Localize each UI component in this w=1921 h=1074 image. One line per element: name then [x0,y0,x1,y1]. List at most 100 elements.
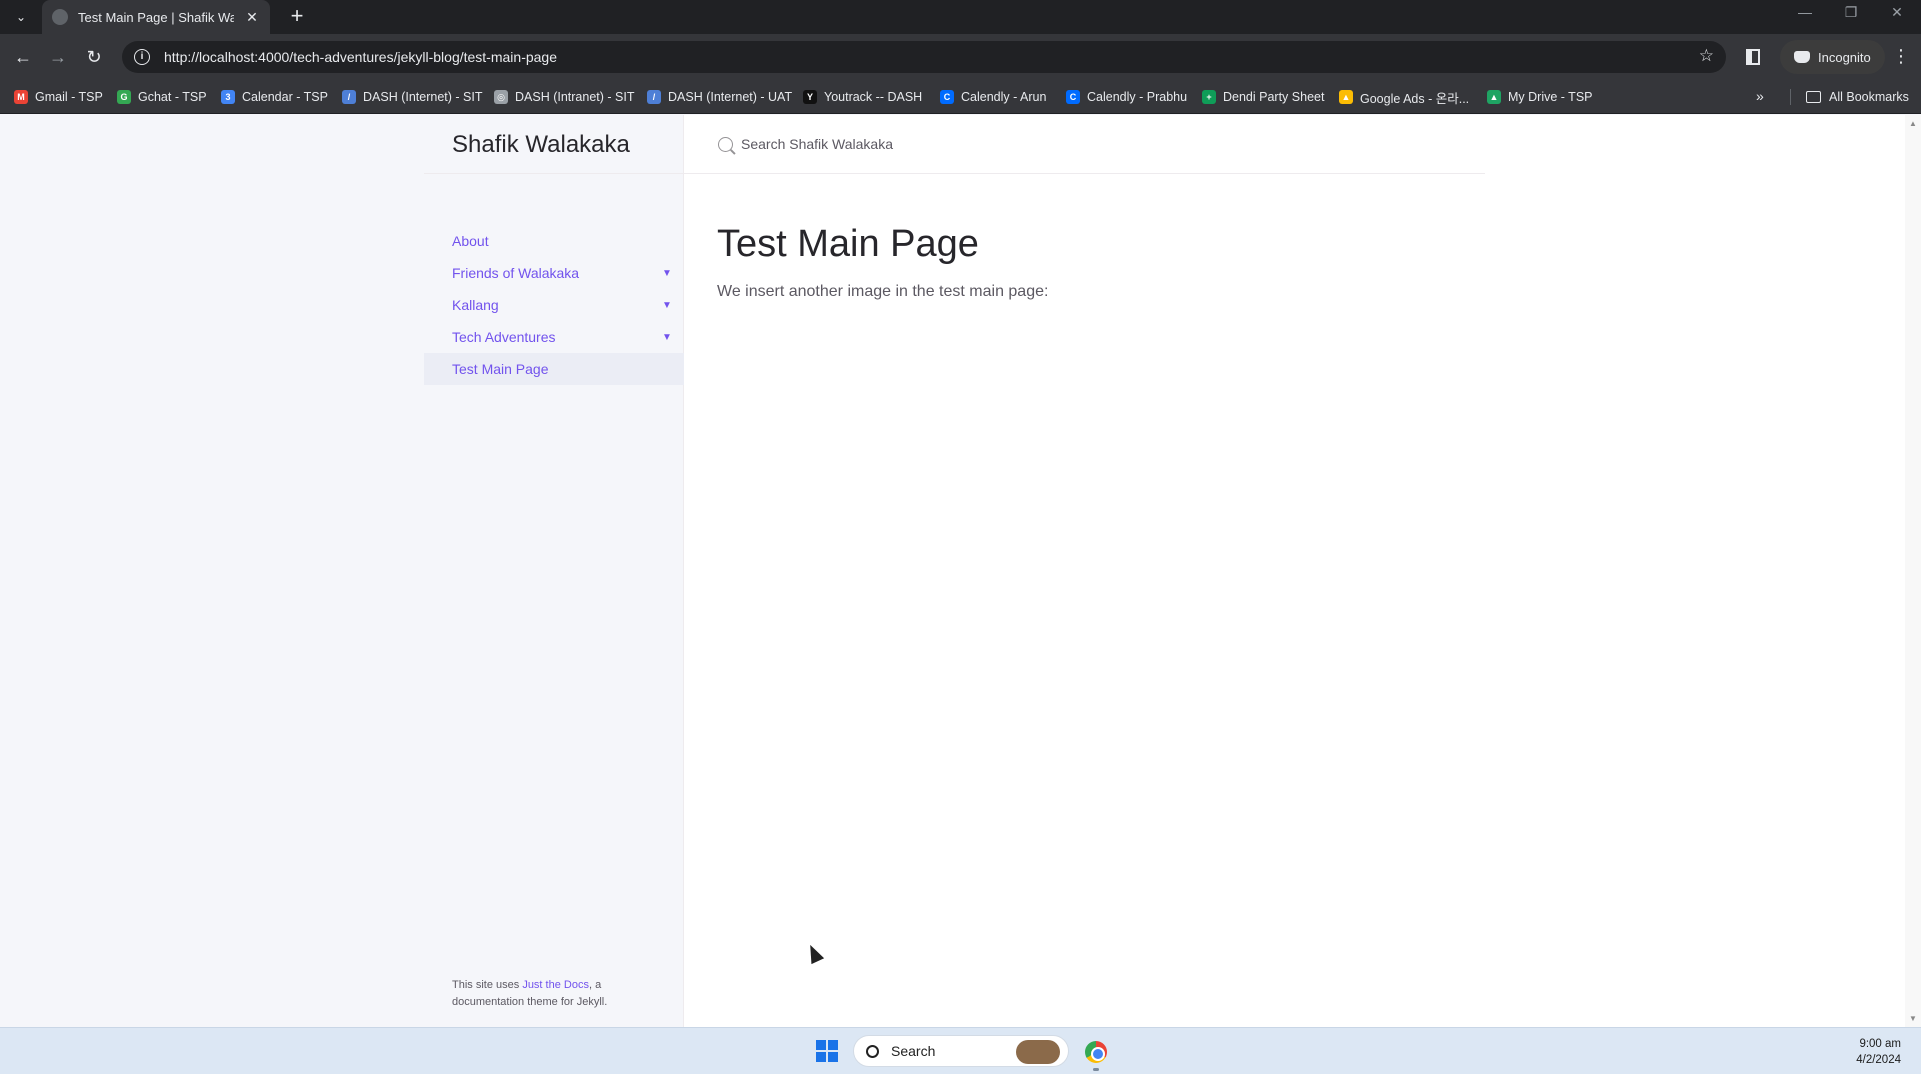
bookmark-gmail-tsp[interactable]: M Gmail - TSP [14,80,103,114]
calendly-icon: C [1066,90,1080,104]
scroll-up-icon[interactable]: ▲ [1909,119,1917,128]
running-app-indicator [1093,1068,1099,1071]
dash-icon: / [647,90,661,104]
tab-title: Test Main Page | Shafik Walakaka [78,9,234,25]
nav-item-test-main-page[interactable]: Test Main Page [424,353,684,385]
just-the-docs-link[interactable]: Just the Docs [522,979,589,991]
bookmark-label: Gchat - TSP [138,90,207,104]
restore-icon[interactable]: ❐ [1833,4,1869,21]
active-tab[interactable]: Test Main Page | Shafik Walakaka ✕ [42,0,270,34]
page-scrollbar[interactable]: ▲ ▼ [1905,115,1921,1027]
clock-time: 9:00 am [1859,1038,1901,1050]
google-ads-icon: ▲ [1339,90,1353,104]
page-viewport: Shafik Walakaka About Friends of Walakak… [1,115,1905,1027]
new-tab-button[interactable]: + [284,4,310,30]
page-title: Test Main Page [717,223,979,265]
bookmark-youtrack-dash[interactable]: Y Youtrack -- DASH [803,80,922,114]
sidebar-footer: This site uses Just the Docs, a document… [452,977,652,1011]
bookmark-label: DASH (Internet) - UAT [668,90,793,104]
bookmark-label: Dendi Party Sheet [1223,90,1325,104]
page-body-text: We insert another image in the test main… [717,283,1049,300]
bookmark-dendi-party-sheet[interactable]: + Dendi Party Sheet [1202,80,1324,114]
sheets-icon: + [1202,90,1216,104]
bookmark-label: DASH (Internet) - SIT [363,90,483,104]
bookmark-google-ads[interactable]: ▲ Google Ads - 온라... [1339,80,1469,114]
back-icon[interactable]: ← [9,43,37,71]
bookmark-label: Google Ads - 온라... [1360,91,1470,106]
incognito-label: Incognito [1818,49,1871,65]
site-nav: About Friends of Walakaka ▼ Kallang ▼ Te… [424,225,684,385]
search-icon [718,136,733,152]
all-bookmarks-label: All Bookmarks [1829,90,1909,104]
taskbar-search[interactable]: Search [853,1035,1069,1067]
bookmark-label: Calendar - TSP [242,90,328,104]
windows-start-icon[interactable] [816,1040,838,1062]
site-title[interactable]: Shafik Walakaka [452,131,630,159]
bookmark-label: Calendly - Arun [961,90,1047,104]
address-bar[interactable]: i http://localhost:4000/tech-adventures/… [122,41,1726,73]
nav-item-label[interactable]: Kallang [452,297,499,313]
bookmarks-divider [1790,89,1791,105]
browser-toolbar: ← → ↻ i http://localhost:4000/tech-adven… [0,34,1921,80]
gchat-icon: G [117,90,131,104]
chrome-icon[interactable] [1085,1041,1107,1063]
bookmark-calendly-prabhu[interactable]: C Calendly - Prabhu [1066,80,1187,114]
chevron-down-icon[interactable]: ▼ [660,266,674,280]
footer-prefix: This site uses [452,979,523,991]
nav-item-label[interactable]: Tech Adventures [452,329,556,345]
nav-item-about[interactable]: About [424,225,684,257]
mouse-cursor-icon [803,941,825,965]
browser-menu-icon[interactable]: ⋮ [1892,45,1910,67]
search-input[interactable] [741,136,1341,152]
calendar-icon: 3 [221,90,235,104]
bookmark-label: Youtrack -- DASH [824,90,923,104]
bookmark-star-icon[interactable]: ☆ [1699,46,1714,66]
gmail-icon: M [14,90,28,104]
drive-icon: ▲ [1487,90,1501,104]
close-window-icon[interactable]: ✕ [1879,4,1915,21]
bookmark-label: My Drive - TSP [1508,90,1593,104]
nav-item-friends-of-walakaka[interactable]: Friends of Walakaka ▼ [424,257,684,289]
system-clock[interactable]: 9:00 am 4/2/2024 [1856,1036,1901,1068]
nav-item-label[interactable]: About [452,233,489,249]
incognito-badge[interactable]: Incognito [1780,40,1885,74]
bookmarks-bar: M Gmail - TSP G Gchat - TSP 3 Calendar - TS… [0,80,1921,114]
scroll-down-icon[interactable]: ▼ [1909,1014,1917,1023]
nav-item-label[interactable]: Friends of Walakaka [452,265,579,281]
search-icon [866,1044,879,1058]
forward-icon[interactable]: → [44,43,72,71]
youtrack-icon: Y [803,90,817,104]
globe-icon: ◎ [494,90,508,104]
browser-tabstrip: ⌄ Test Main Page | Shafik Walakaka ✕ + —… [0,0,1921,34]
bookmark-label: DASH (Intranet) - SIT [515,90,635,104]
more-bookmarks-icon[interactable]: » [1756,88,1764,104]
close-tab-icon[interactable]: ✕ [244,9,260,26]
clock-date: 4/2/2024 [1856,1054,1901,1066]
taskbar-search-label: Search [891,1043,936,1059]
nav-item-label[interactable]: Test Main Page [452,361,549,377]
url-text[interactable]: http://localhost:4000/tech-adventures/je… [164,49,557,65]
bookmark-calendar-tsp[interactable]: 3 Calendar - TSP [221,80,328,114]
all-bookmarks-button[interactable]: All Bookmarks [1806,80,1909,114]
reload-icon[interactable]: ↻ [80,43,108,71]
side-panel-icon[interactable] [1746,49,1760,65]
bookmark-dash-intranet-sit[interactable]: ◎ DASH (Intranet) - SIT [494,80,634,114]
search-bar [684,115,1485,174]
bookmark-my-drive-tsp[interactable]: ▲ My Drive - TSP [1487,80,1593,114]
tab-search-button[interactable]: ⌄ [8,5,34,29]
chevron-down-icon[interactable]: ▼ [660,330,674,344]
nav-item-kallang[interactable]: Kallang ▼ [424,289,684,321]
chevron-down-icon[interactable]: ▼ [660,298,674,312]
bookmark-label: Calendly - Prabhu [1087,90,1188,104]
taskbar: Search 9:00 am 4/2/2024 [0,1027,1921,1074]
dash-icon: / [342,90,356,104]
minimize-icon[interactable]: — [1787,4,1823,20]
bookmark-gchat-tsp[interactable]: G Gchat - TSP [117,80,207,114]
incognito-icon [1794,51,1810,63]
nav-item-tech-adventures[interactable]: Tech Adventures ▼ [424,321,684,353]
bookmark-dash-internet-sit[interactable]: / DASH (Internet) - SIT [342,80,482,114]
bookmark-dash-internet-uat[interactable]: / DASH (Internet) - UAT [647,80,792,114]
site-info-icon[interactable]: i [134,49,150,65]
folder-icon [1806,91,1821,103]
bookmark-calendly-arun[interactable]: C Calendly - Arun [940,80,1046,114]
